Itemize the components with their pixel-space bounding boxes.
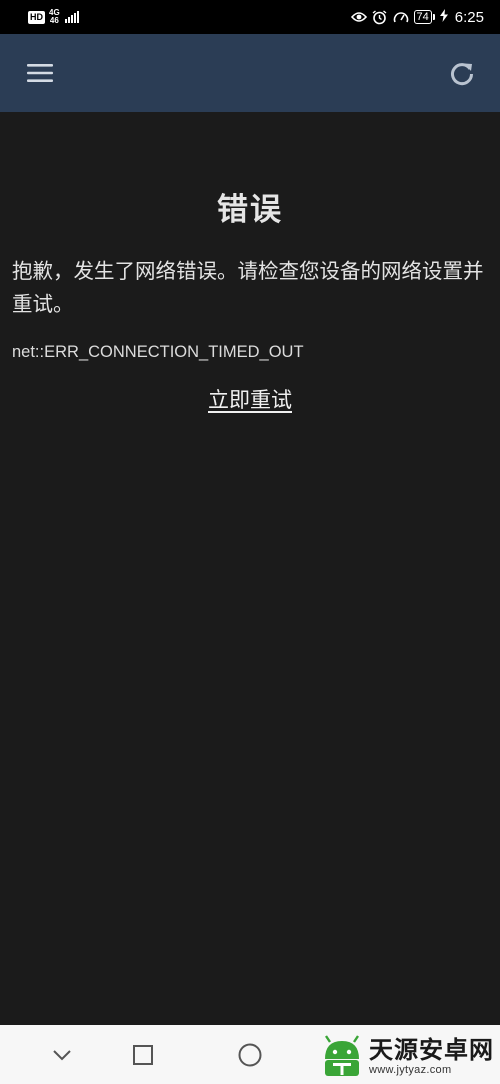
refresh-icon[interactable] <box>446 57 478 89</box>
charging-icon <box>439 9 448 25</box>
speedometer-icon <box>393 9 409 25</box>
watermark: 天源安卓网 www.jytyaz.com <box>319 1030 494 1082</box>
error-title: 错误 <box>217 192 283 228</box>
hamburger-menu-icon[interactable] <box>24 57 56 89</box>
square-icon[interactable] <box>129 1041 157 1069</box>
screen: HD 4G 46 74 6:25 错误 抱歉，发生了网络错误。请检查您设备的网络… <box>0 0 500 1084</box>
status-right: 74 6:25 <box>350 8 484 26</box>
android-logo-icon <box>325 1035 359 1076</box>
error-message: 抱歉，发生了网络错误。请检查您设备的网络设置并重试。 <box>12 259 484 316</box>
network-type: 4G 46 <box>49 9 60 25</box>
chevron-down-icon[interactable] <box>48 1041 76 1069</box>
status-bar: HD 4G 46 74 6:25 <box>0 0 500 34</box>
error-code: net::ERR_CONNECTION_TIMED_OUT <box>12 343 304 361</box>
watermark-name: 天源安卓网 <box>369 1036 494 1064</box>
battery-indicator: 74 <box>413 10 436 24</box>
signal-icon <box>64 11 79 23</box>
eye-icon <box>350 9 367 25</box>
watermark-text: 天源安卓网 www.jytyaz.com <box>369 1036 494 1076</box>
alarm-icon <box>372 9 388 25</box>
hd-badge: HD <box>28 10 45 24</box>
status-time: 6:25 <box>454 8 484 26</box>
error-content: 错误 抱歉，发生了网络错误。请检查您设备的网络设置并重试。 net::ERR_C… <box>0 112 500 414</box>
circle-icon[interactable] <box>236 1041 264 1069</box>
watermark-url: www.jytyaz.com <box>369 1064 452 1076</box>
retry-now-link[interactable]: 立即重试 <box>12 384 488 414</box>
network-sub-label: 46 <box>49 16 59 25</box>
app-bar <box>0 34 500 112</box>
status-left: HD 4G 46 <box>28 9 79 25</box>
